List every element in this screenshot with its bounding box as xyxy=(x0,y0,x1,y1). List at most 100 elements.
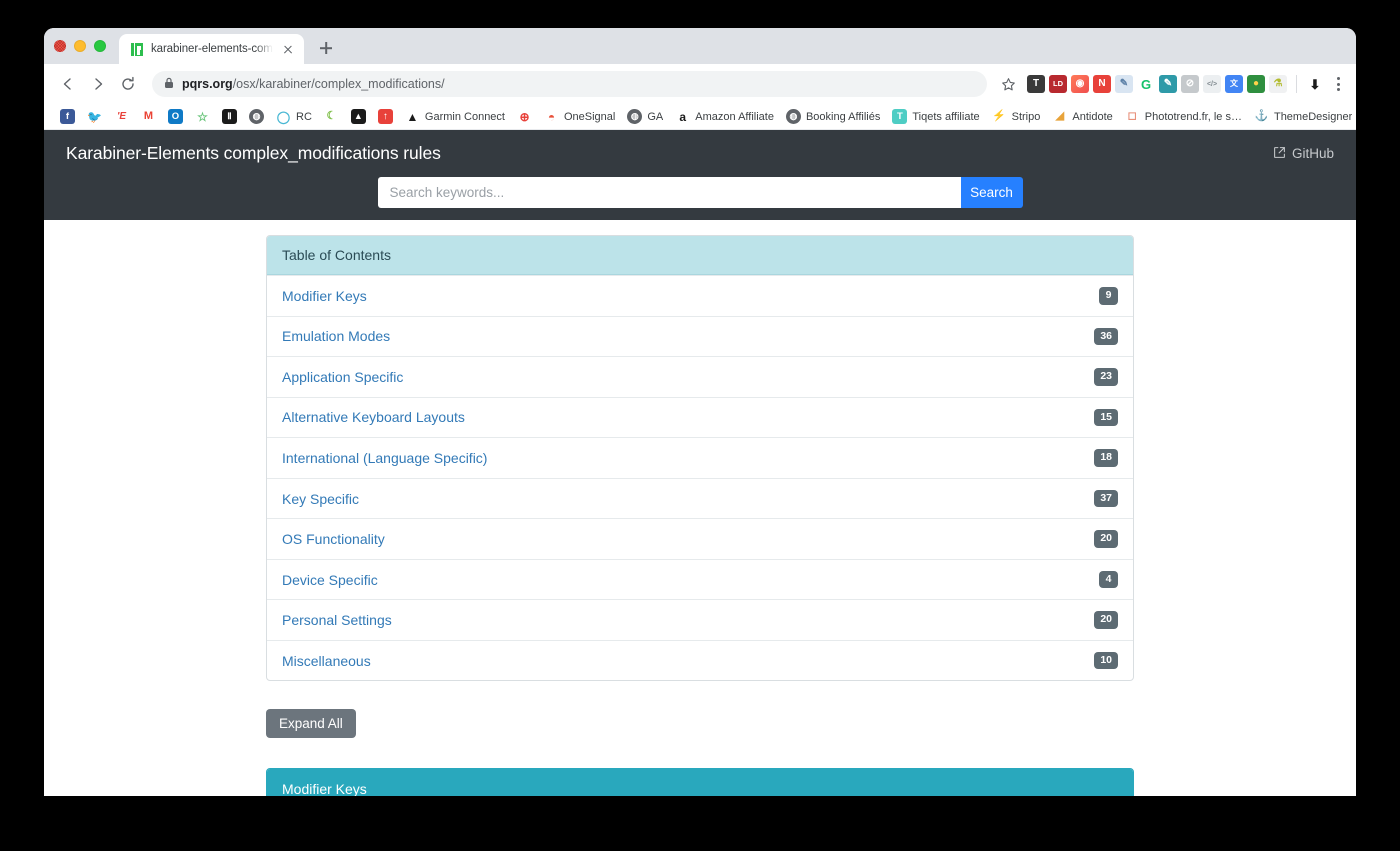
bookmark-flame[interactable]: ↑ xyxy=(372,107,399,126)
web-page-viewport: Karabiner-Elements complex_modifications… xyxy=(44,130,1356,796)
code-viewer-extension-icon[interactable]: </> xyxy=(1203,75,1221,93)
lastpass-extension-icon[interactable]: LD xyxy=(1049,75,1067,93)
themedesigner-icon: ⚓ xyxy=(1254,110,1269,122)
toc-row-alternative-keyboard-layouts[interactable]: Alternative Keyboard Layouts 15 xyxy=(267,396,1133,438)
zoom-window-button[interactable] xyxy=(94,40,106,52)
browser-window: karabiner-elements-complex_n xyxy=(44,28,1356,796)
toc-row-modifier-keys[interactable]: Modifier Keys 9 xyxy=(267,275,1133,316)
toc-row-os-functionality[interactable]: OS Functionality 20 xyxy=(267,518,1133,559)
toc-link[interactable]: OS Functionality xyxy=(282,531,385,547)
expand-all-button[interactable]: Expand All xyxy=(266,709,356,739)
github-link-label: GitHub xyxy=(1291,146,1334,161)
browser-tab-title: karabiner-elements-complex_n xyxy=(151,43,273,55)
bookmark-archive[interactable]: ▲ xyxy=(345,107,372,126)
bookmark-globe-1[interactable]: ◍ xyxy=(243,107,270,126)
search-input[interactable] xyxy=(377,177,961,208)
evernote-extension-icon[interactable]: ✎ xyxy=(1159,75,1177,93)
notion-extension-icon[interactable]: N xyxy=(1093,75,1111,93)
three-dots-menu-icon[interactable] xyxy=(1328,77,1348,91)
rc-icon: ◯ xyxy=(276,109,291,124)
grammarly-extension-icon[interactable]: G xyxy=(1137,75,1155,93)
bookmark-amazon-affiliate[interactable]: a Amazon Affiliate xyxy=(669,107,780,126)
browser-extensions-tray: T LD ◉ N ✎ G ✎ ⊘ </> 文 ● ⚗ ⬇ xyxy=(1023,75,1348,93)
proxy-extension-icon[interactable]: ● xyxy=(1247,75,1265,93)
toc-row-key-specific[interactable]: Key Specific 37 xyxy=(267,477,1133,519)
bookmark-label: GA xyxy=(647,110,664,123)
reload-icon[interactable] xyxy=(114,70,142,98)
toc-link[interactable]: Alternative Keyboard Layouts xyxy=(282,409,465,425)
loom-extension-icon[interactable]: ◉ xyxy=(1071,75,1089,93)
search-button[interactable]: Search xyxy=(960,177,1023,208)
bookmark-tiqets-affiliate[interactable]: T Tiqets affiliate xyxy=(886,107,985,126)
lab-flask-extension-icon[interactable]: ⚗ xyxy=(1269,75,1287,93)
bookmark-moon[interactable]: ☾ xyxy=(318,107,345,126)
bookmark-rc[interactable]: ◯ RC xyxy=(270,107,318,126)
url-path: /osx/karabiner/complex_modifications/ xyxy=(232,77,445,91)
plus-icon[interactable] xyxy=(312,34,340,62)
toc-row-personal-settings[interactable]: Personal Settings 20 xyxy=(267,599,1133,640)
phototrend-icon: ◻ xyxy=(1127,110,1137,122)
bookmark-target[interactable]: ⊕ xyxy=(511,107,538,126)
toc-row-international[interactable]: International (Language Specific) 18 xyxy=(267,437,1133,478)
toc-row-device-specific[interactable]: Device Specific 4 xyxy=(267,558,1133,600)
archive-icon: ▲ xyxy=(350,109,366,124)
toc-count-badge: 23 xyxy=(1094,368,1118,386)
bookmark-themedesigner[interactable]: ⚓ ThemeDesigner xyxy=(1248,107,1356,126)
site-navbar-top: Karabiner-Elements complex_modifications… xyxy=(44,130,1356,177)
bookmark-stripo[interactable]: ⚡ Stripo xyxy=(986,107,1047,126)
toc-row-emulation-modes[interactable]: Emulation Modes 36 xyxy=(267,315,1133,357)
star-icon[interactable] xyxy=(995,71,1021,97)
bookmark-outlook[interactable]: O xyxy=(162,107,189,126)
bookmark-gmail[interactable]: M xyxy=(135,107,162,126)
github-link[interactable]: GitHub xyxy=(1273,146,1334,162)
forward-arrow-icon[interactable] xyxy=(84,70,112,98)
bookmark-ga[interactable]: ◍ GA xyxy=(621,107,669,126)
toc-link[interactable]: Modifier Keys xyxy=(282,288,367,304)
bookmark-facebook[interactable]: f xyxy=(54,107,81,126)
paint-extension-icon[interactable]: ✎ xyxy=(1115,75,1133,93)
adblock-extension-icon[interactable]: ⊘ xyxy=(1181,75,1199,93)
toc-link[interactable]: Application Specific xyxy=(282,369,403,385)
browser-tab[interactable]: karabiner-elements-complex_n xyxy=(119,34,304,64)
search-group: Search xyxy=(377,177,1023,208)
toc-row-miscellaneous[interactable]: Miscellaneous 10 xyxy=(267,639,1133,681)
toc-row-application-specific[interactable]: Application Specific 23 xyxy=(267,356,1133,397)
download-manager-extension-icon[interactable]: ⬇ xyxy=(1306,75,1324,93)
bookmark-label: Garmin Connect xyxy=(424,110,505,123)
bookmark-star[interactable]: ☆ xyxy=(189,107,216,126)
booking-globe-icon: ◍ xyxy=(785,109,801,124)
page-content: Table of Contents Modifier Keys 9 Emulat… xyxy=(44,220,1356,796)
bookmark-onesignal[interactable]: ◓ OneSignal xyxy=(538,107,621,126)
bookmark-antidote[interactable]: ◢ Antidote xyxy=(1046,107,1118,126)
bookmark-twitter[interactable]: 🐦 xyxy=(81,107,108,126)
bookmark-booking-affilies[interactable]: ◍ Booking Affiliés xyxy=(780,107,886,126)
toolbar-divider xyxy=(1296,75,1297,93)
toc-link[interactable]: Emulation Modes xyxy=(282,328,390,344)
toc-link[interactable]: Device Specific xyxy=(282,572,378,588)
bookmark-garmin-connect[interactable]: ▲ Garmin Connect xyxy=(399,107,511,126)
toc-count-badge: 10 xyxy=(1094,651,1118,670)
toc-count-badge: 36 xyxy=(1094,327,1118,346)
toc-link[interactable]: International (Language Specific) xyxy=(282,450,487,466)
minimize-window-button[interactable] xyxy=(74,40,86,52)
todoist-extension-icon[interactable]: T xyxy=(1027,75,1045,93)
bookmark-calendar[interactable]: Ⅱ xyxy=(216,107,243,126)
address-bar[interactable]: pqrs.org/osx/karabiner/complex_modificat… xyxy=(152,71,987,97)
google-translate-extension-icon[interactable]: 文 xyxy=(1225,75,1243,93)
close-window-button[interactable] xyxy=(54,40,66,52)
close-icon[interactable] xyxy=(280,41,296,57)
back-arrow-icon[interactable] xyxy=(54,70,82,98)
bookmark-elle[interactable]: 'E xyxy=(108,107,135,126)
bookmark-label: RC xyxy=(296,110,312,123)
bookmark-label: Antidote xyxy=(1072,110,1113,123)
bookmark-label: Phototrend.fr, le s… xyxy=(1144,110,1242,123)
toc-link[interactable]: Miscellaneous xyxy=(282,653,371,669)
bookmark-label: Tiqets affiliate xyxy=(912,110,980,123)
facebook-icon: f xyxy=(60,109,75,124)
table-of-contents-card: Table of Contents Modifier Keys 9 Emulat… xyxy=(266,235,1134,682)
toc-link[interactable]: Personal Settings xyxy=(282,612,392,628)
bookmark-label: ThemeDesigner xyxy=(1273,110,1353,123)
bookmark-phototrend[interactable]: ◻ Phototrend.fr, le s… xyxy=(1119,107,1248,126)
toc-count-badge: 4 xyxy=(1099,570,1118,589)
toc-link[interactable]: Key Specific xyxy=(282,491,359,507)
